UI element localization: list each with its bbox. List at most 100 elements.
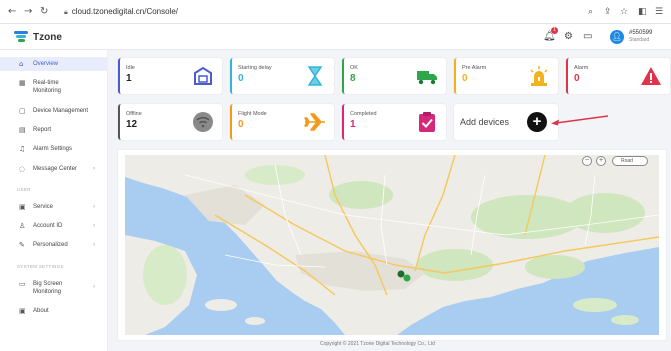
status-card-offline[interactable]: Offline 12 [118, 104, 222, 140]
zoom-out-button[interactable]: − [582, 156, 592, 166]
sidebar-item-personalized[interactable]: ✎ Personalized › [0, 241, 108, 249]
device-icon: ▢ [19, 107, 26, 115]
sidebar-item-label: Personalized [33, 242, 68, 248]
alarm-triangle-icon [640, 65, 662, 87]
card-label: Flight Mode [238, 111, 267, 117]
device-map[interactable] [125, 155, 659, 335]
user-role: Standard [629, 37, 650, 43]
sidebar-item-label: Device Management [33, 108, 89, 114]
status-card-starting-delay[interactable]: Starting delay 0 [230, 58, 334, 94]
sidebar-item-label-line2: Monitoring [33, 88, 62, 94]
share-icon[interactable]: ⇪ [604, 6, 612, 18]
chevron-right-icon: › [93, 284, 95, 290]
hourglass-icon [304, 65, 326, 87]
bookmark-star-icon[interactable]: ☆ [620, 6, 628, 18]
sidebar-item-label: Overview [33, 61, 59, 67]
sidebar-item-report[interactable]: ▤ Report [0, 126, 108, 134]
sidebar-item-label: Service [33, 204, 54, 210]
settings-gear-icon[interactable]: ⚙ [564, 30, 573, 44]
add-devices-button[interactable]: + [527, 112, 547, 132]
app-logo[interactable]: Tzone [14, 30, 62, 44]
user-icon: ♙ [19, 222, 26, 230]
info-icon: ▣ [19, 307, 26, 315]
map-panel: − + Road [118, 150, 666, 340]
card-value: 1 [126, 73, 132, 84]
logo-mark-icon [14, 31, 28, 43]
zoom-icon[interactable]: ⌕ [588, 6, 593, 18]
url-text: cloud.tzonedigital.cn/Console/ [71, 7, 179, 16]
sidebar-item-message-center[interactable]: ◌ Message Center › [0, 165, 108, 173]
sidebar-item-device-management[interactable]: ▢ Device Management [0, 107, 108, 115]
profile-menu-icon[interactable]: ☰ [655, 6, 663, 18]
section-label-user: USER [17, 187, 31, 192]
add-devices-card[interactable]: Add devices + [454, 104, 558, 140]
card-label: Offline [126, 111, 142, 117]
sidebar-item-label: Big Screen [33, 281, 63, 287]
card-label: Completed [350, 111, 377, 117]
card-value: 12 [126, 119, 138, 130]
chevron-right-icon: › [93, 166, 95, 172]
sidebar-item-label: Message Center [33, 166, 78, 172]
sidebar-item-realtime-monitoring[interactable]: ▦ Real-time Monitoring [0, 79, 108, 95]
card-label: Starting delay [238, 65, 272, 71]
chat-icon[interactable]: ▭ [583, 30, 592, 44]
sidebar-item-label: Report [33, 127, 52, 133]
card-value: 0 [462, 73, 468, 84]
brush-icon: ✎ [19, 241, 25, 249]
reload-icon[interactable]: ↻ [40, 6, 48, 18]
report-icon: ▤ [19, 126, 26, 134]
card-value: 0 [238, 73, 244, 84]
sidepanel-icon[interactable]: ◧ [638, 6, 647, 18]
map-type-select[interactable]: Road [612, 156, 648, 166]
back-icon[interactable]: ← [8, 6, 16, 18]
truck-icon [416, 65, 438, 87]
sidebar-item-label: About [33, 308, 49, 314]
chevron-right-icon: › [93, 242, 95, 248]
status-card-flight-mode[interactable]: Flight Mode 0 [230, 104, 334, 140]
sidebar-item-account-id[interactable]: ♙ Account ID › [0, 222, 108, 230]
sidebar-item-label: Real-time [33, 80, 59, 86]
offline-icon [192, 111, 214, 133]
user-avatar-icon[interactable]: 👤︎ [610, 30, 624, 44]
add-devices-label: Add devices [460, 117, 510, 127]
zoom-in-button[interactable]: + [596, 156, 606, 166]
sidebar-item-about[interactable]: ▣ About [0, 307, 108, 315]
box-icon [192, 65, 214, 87]
card-value: 0 [574, 73, 580, 84]
status-card-alarm[interactable]: Alarm 0 [566, 58, 670, 94]
card-label: OK [350, 65, 358, 71]
card-value: 1 [350, 119, 356, 130]
sidebar-item-alarm-settings[interactable]: ♫ Alarm Settings [0, 145, 108, 153]
lock-icon: 🔒︎ [64, 9, 68, 16]
status-card-ok[interactable]: OK 8 [342, 58, 446, 94]
sidebar-item-label: Alarm Settings [33, 146, 73, 152]
chevron-right-icon: › [93, 223, 95, 229]
sidebar-item-big-screen-monitoring[interactable]: ▭ Big Screen Monitoring › [0, 280, 108, 296]
user-name: #550599 [629, 30, 653, 36]
status-card-pre-alarm[interactable]: Pre Alarm 0 [454, 58, 558, 94]
browser-toolbar: ← → ↻ 🔒︎ cloud.tzonedigital.cn/Console/ ⌕… [0, 0, 671, 24]
bell-icon: ♫ [19, 145, 26, 153]
address-bar[interactable]: 🔒︎ cloud.tzonedigital.cn/Console/ [64, 6, 178, 19]
card-label: Pre Alarm [462, 65, 487, 71]
card-label: Alarm [574, 65, 589, 71]
warning-light-icon [528, 65, 550, 87]
app-name: Tzone [33, 31, 62, 43]
plane-icon [304, 111, 326, 133]
sidebar: ⌂ Overview ▦ Real-time Monitoring ▢ Devic… [0, 50, 108, 351]
section-label-system-settings: SYSTEM SETTINGS [17, 264, 64, 269]
sidebar-item-overview[interactable]: ⌂ Overview [0, 57, 108, 71]
message-icon: ◌ [19, 165, 26, 173]
forward-icon[interactable]: → [24, 6, 32, 18]
service-icon: ▣ [19, 203, 26, 211]
clipboard-check-icon [416, 111, 438, 133]
app-header: Tzone 🔔︎ 1 ⚙ ▭ 👤︎ #550599 Standard [0, 24, 671, 50]
status-card-idle[interactable]: Idle 1 [118, 58, 222, 94]
sidebar-item-label: Account ID [33, 223, 63, 229]
status-card-completed[interactable]: Completed 1 [342, 104, 446, 140]
sidebar-item-service[interactable]: ▣ Service › [0, 203, 108, 211]
annotation-arrow [551, 115, 609, 126]
notification-badge: 1 [551, 27, 558, 34]
sidebar-item-label-line2: Monitoring [33, 289, 62, 295]
screen-icon: ▭ [19, 280, 26, 288]
